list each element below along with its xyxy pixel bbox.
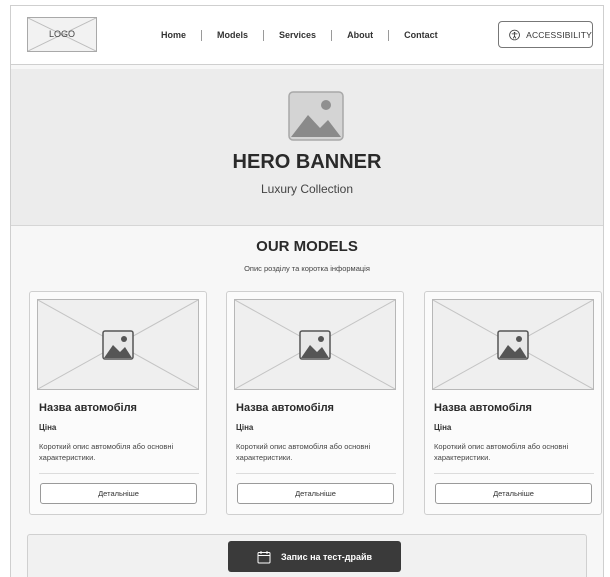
card-description: Короткий опис автомобіля або основні хар… [236, 442, 371, 462]
details-button[interactable]: Детальніше [237, 483, 394, 504]
nav-divider [388, 29, 390, 41]
card-price: Ціна [236, 423, 254, 432]
nav-item-contact[interactable]: Contact [404, 30, 438, 40]
card-description: Короткий опис автомобіля або основні хар… [39, 442, 174, 462]
model-card: Назва автомобіля Ціна Короткий опис авто… [424, 291, 602, 515]
main-nav: Home Models Services About Contact [161, 6, 438, 64]
model-card: Назва автомобіля Ціна Короткий опис авто… [226, 291, 404, 515]
card-divider [236, 473, 396, 474]
logo[interactable]: LOGO [27, 17, 97, 52]
nav-item-services[interactable]: Services [279, 30, 316, 40]
nav-item-about[interactable]: About [347, 30, 373, 40]
hero-title: HERO BANNER [232, 151, 382, 173]
accessibility-button[interactable]: ACCESSIBILITY [498, 21, 593, 48]
card-price: Ціна [39, 423, 57, 432]
hero-subtitle: Luxury Collection [260, 182, 354, 196]
card-image-placeholder [234, 299, 396, 390]
test-drive-button[interactable]: Запис на тест-драйв [228, 541, 401, 572]
nav-item-home[interactable]: Home [161, 30, 186, 40]
image-placeholder-icon [299, 330, 331, 360]
model-card: Назва автомобіля Ціна Короткий опис авто… [29, 291, 207, 515]
accessibility-label: ACCESSIBILITY [526, 29, 592, 40]
card-divider [39, 473, 199, 474]
calendar-icon [257, 550, 271, 563]
image-placeholder-icon [102, 330, 134, 360]
card-image-placeholder [37, 299, 199, 390]
nav-divider [201, 29, 203, 41]
accessibility-icon [509, 29, 520, 40]
test-drive-label: Запис на тест-драйв [280, 551, 373, 562]
card-image-placeholder [432, 299, 594, 390]
hero-banner: HERO BANNER Luxury Collection [11, 69, 603, 226]
image-placeholder-icon [497, 330, 529, 360]
models-section-description: Опис розділу та коротка інформація [244, 264, 370, 273]
details-button[interactable]: Детальніше [435, 483, 592, 504]
nav-divider [263, 29, 265, 41]
models-section-title: OUR MODELS [256, 238, 358, 255]
page-frame: LOGO Home Models Services About Contact … [10, 5, 604, 577]
site-header: LOGO Home Models Services About Contact … [11, 6, 603, 65]
image-placeholder-icon [288, 91, 344, 141]
details-button[interactable]: Детальніше [40, 483, 197, 504]
card-title: Назва автомобіля [236, 402, 334, 414]
logo-text: LOGO [48, 29, 75, 39]
card-description: Короткий опис автомобіля або основні хар… [434, 442, 569, 462]
card-title: Назва автомобіля [434, 402, 532, 414]
card-price: Ціна [434, 423, 452, 432]
card-title: Назва автомобіля [39, 402, 137, 414]
card-divider [434, 473, 594, 474]
nav-divider [331, 29, 333, 41]
nav-item-models[interactable]: Models [217, 30, 248, 40]
